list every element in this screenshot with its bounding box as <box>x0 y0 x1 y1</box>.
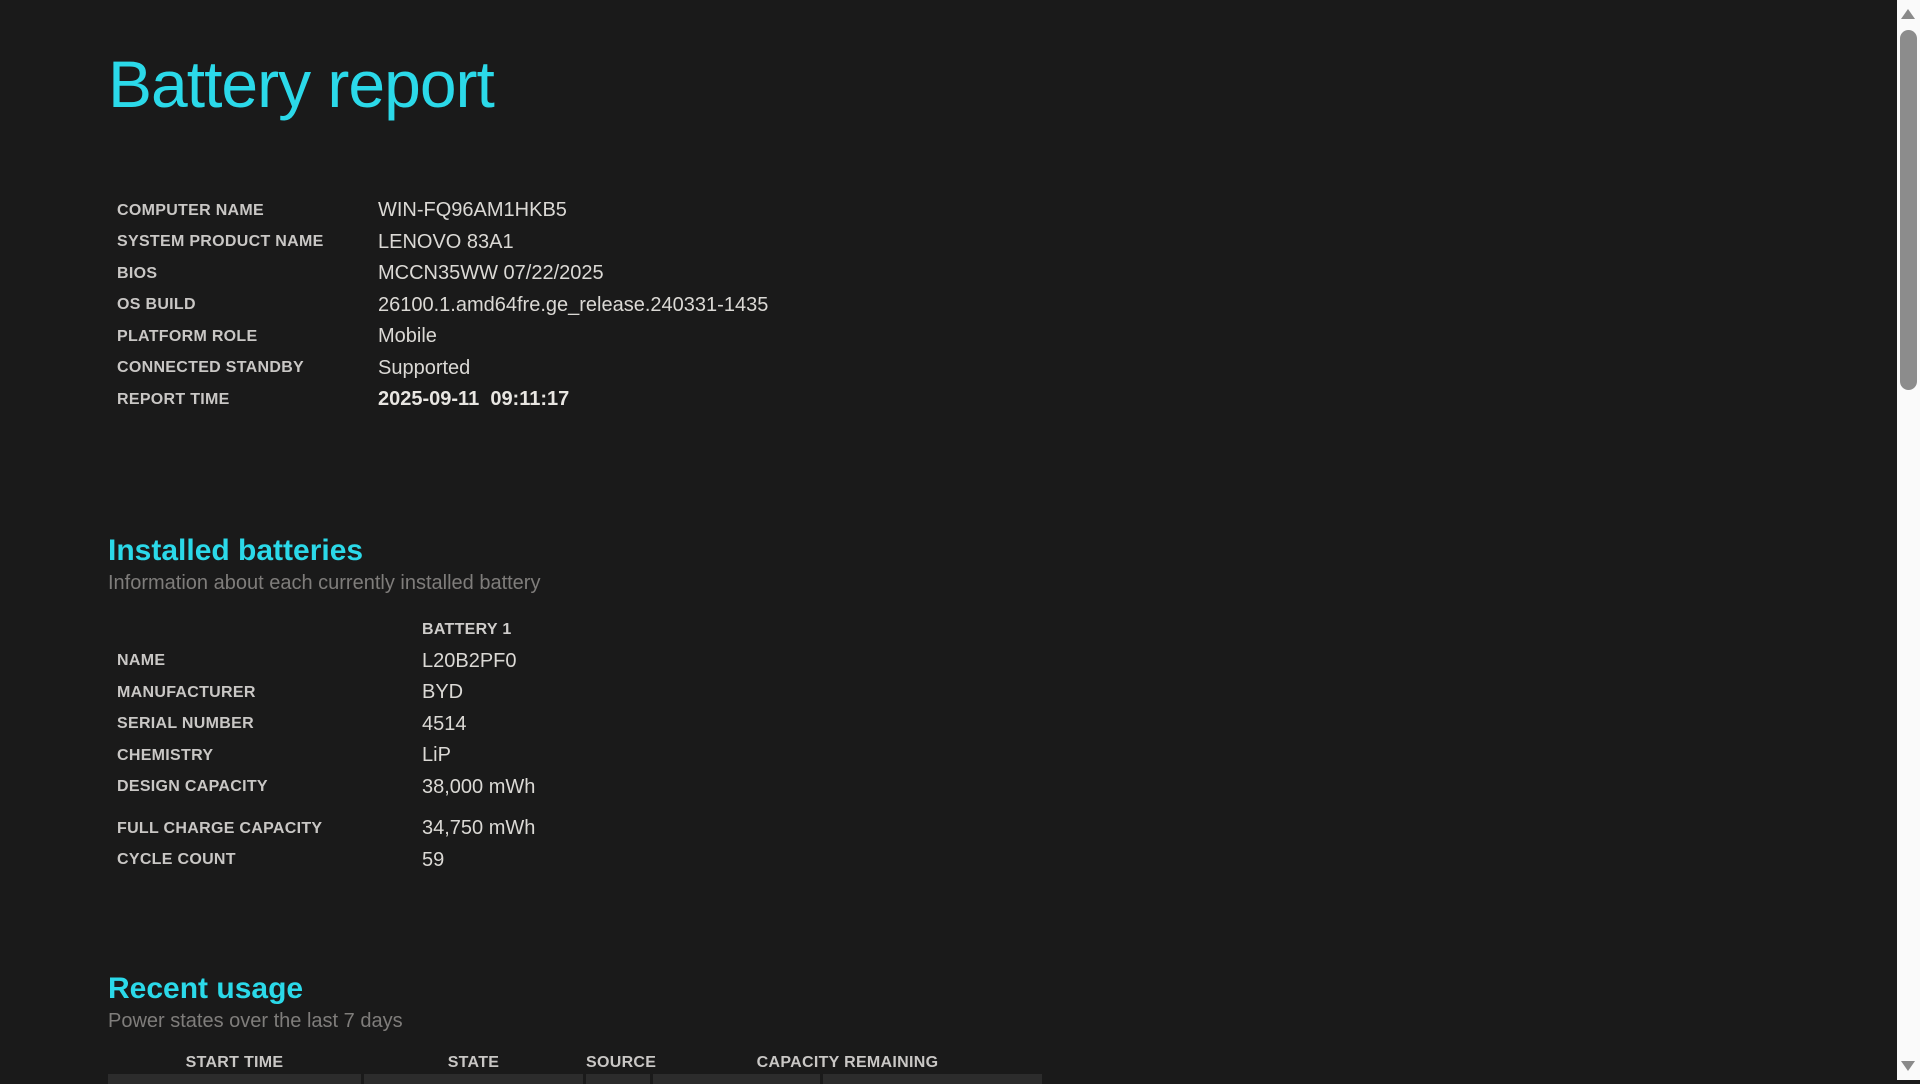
info-value: Supported <box>378 357 470 380</box>
battery-label: SERIAL NUMBER <box>108 715 422 733</box>
battery-label: MANUFACTURER <box>108 684 422 702</box>
battery-value: BYD <box>422 681 463 704</box>
battery-column-header: BATTERY 1 <box>422 621 512 639</box>
section-heading-recent-usage: Recent usage <box>108 972 1897 1006</box>
info-label: REPORT TIME <box>108 391 378 409</box>
report-time-value: 2025-09-11 09:11:17 <box>378 388 569 411</box>
scroll-up-icon[interactable] <box>1901 9 1915 19</box>
table-row: COMPUTER NAME WIN-FQ96AM1HKB5 <box>108 195 1897 227</box>
battery-value: 4514 <box>422 713 467 736</box>
usage-table-partial-row <box>108 1074 1000 1084</box>
table-row: MANUFACTURER BYD <box>108 677 1897 709</box>
system-info-table: COMPUTER NAME WIN-FQ96AM1HKB5 SYSTEM PRO… <box>108 195 1897 416</box>
table-row: PLATFORM ROLE Mobile <box>108 321 1897 353</box>
battery-value: LiP <box>422 744 451 767</box>
battery-info-table: BATTERY 1 NAME L20B2PF0 MANUFACTURER BYD… <box>108 615 1897 877</box>
info-label: SYSTEM PRODUCT NAME <box>108 233 378 251</box>
table-row: CHEMISTRY LiP <box>108 740 1897 772</box>
table-row: CONNECTED STANDBY Supported <box>108 353 1897 385</box>
page-title: Battery report <box>108 42 1897 127</box>
table-row: CYCLE COUNT 59 <box>108 845 1897 877</box>
battery-report-page: Battery report COMPUTER NAME WIN-FQ96AM1… <box>0 0 1897 1080</box>
info-value: 26100.1.amd64fre.ge_release.240331-1435 <box>378 294 768 317</box>
table-row: REPORT TIME 2025-09-11 09:11:17 <box>108 384 1897 416</box>
info-label: COMPUTER NAME <box>108 202 378 220</box>
info-label: OS BUILD <box>108 296 378 314</box>
usage-column-source: SOURCE <box>586 1055 650 1071</box>
battery-value: 34,750 mWh <box>422 817 535 840</box>
scrollbar-thumb[interactable] <box>1900 30 1917 390</box>
section-heading-installed-batteries: Installed batteries <box>108 534 1897 568</box>
info-value: WIN-FQ96AM1HKB5 <box>378 199 567 222</box>
info-value: LENOVO 83A1 <box>378 231 514 254</box>
usage-table-header-row: START TIME STATE SOURCE CAPACITY REMAINI… <box>108 1055 1000 1071</box>
vertical-scrollbar[interactable] <box>1897 0 1920 1080</box>
info-value: Mobile <box>378 325 437 348</box>
info-value: MCCN35WW 07/22/2025 <box>378 262 604 285</box>
recent-usage-section: Recent usage Power states over the last … <box>108 972 1897 1084</box>
table-row: DESIGN CAPACITY 38,000 mWh <box>108 772 1897 804</box>
scroll-down-icon[interactable] <box>1901 1061 1915 1071</box>
usage-cell <box>653 1074 820 1084</box>
table-row: FULL CHARGE CAPACITY 34,750 mWh <box>108 813 1897 845</box>
usage-column-capacity-remaining: CAPACITY REMAINING <box>653 1055 1042 1071</box>
battery-label: DESIGN CAPACITY <box>108 778 422 796</box>
table-row: OS BUILD 26100.1.amd64fre.ge_release.240… <box>108 290 1897 322</box>
battery-label: CYCLE COUNT <box>108 851 422 869</box>
table-row: SYSTEM PRODUCT NAME LENOVO 83A1 <box>108 227 1897 259</box>
usage-column-state: STATE <box>364 1055 583 1071</box>
info-label: CONNECTED STANDBY <box>108 359 378 377</box>
battery-column-header-row: BATTERY 1 <box>108 615 1897 646</box>
section-subtitle: Power states over the last 7 days <box>108 1010 1897 1033</box>
table-row: NAME L20B2PF0 <box>108 646 1897 678</box>
usage-column-start-time: START TIME <box>108 1055 361 1071</box>
usage-cell <box>586 1074 650 1084</box>
info-label: PLATFORM ROLE <box>108 328 378 346</box>
row-group-gap <box>108 803 1897 813</box>
battery-value: 38,000 mWh <box>422 776 535 799</box>
table-row: BIOS MCCN35WW 07/22/2025 <box>108 258 1897 290</box>
installed-batteries-section: Installed batteries Information about ea… <box>108 534 1897 877</box>
usage-cell <box>823 1074 1042 1084</box>
section-subtitle: Information about each currently install… <box>108 572 1897 595</box>
usage-cell <box>364 1074 583 1084</box>
usage-cell <box>108 1074 361 1084</box>
battery-value: L20B2PF0 <box>422 650 517 673</box>
battery-label: CHEMISTRY <box>108 747 422 765</box>
info-label: BIOS <box>108 265 378 283</box>
battery-label: FULL CHARGE CAPACITY <box>108 820 422 838</box>
table-row: SERIAL NUMBER 4514 <box>108 709 1897 741</box>
battery-label: NAME <box>108 652 422 670</box>
battery-value: 59 <box>422 849 444 872</box>
